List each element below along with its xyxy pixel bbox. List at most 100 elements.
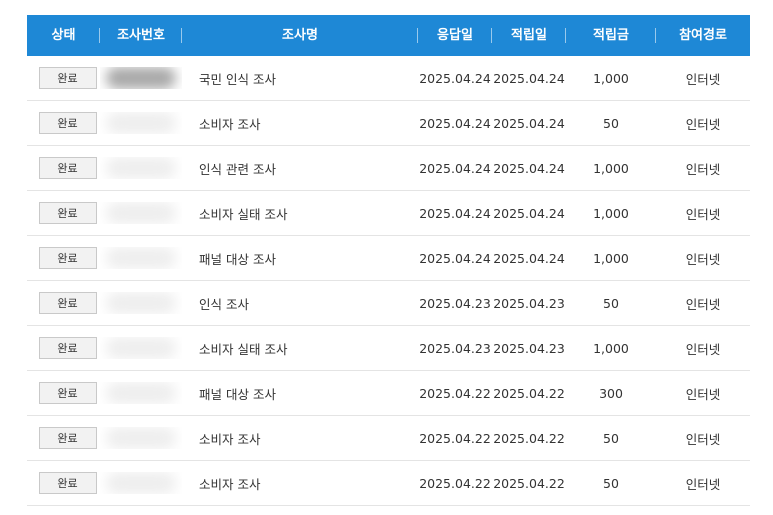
header-amount: 적립금	[566, 15, 656, 56]
table-body: 완료 국민 인식 조사 2025.04.24 2025.04.24 1,000 인터넷 완료…	[27, 56, 750, 506]
survey-id-redacted	[106, 427, 176, 449]
survey-id-redacted	[106, 67, 176, 89]
status-badge: 완료	[38, 202, 97, 224]
status-cell: 완료	[27, 157, 100, 179]
status-badge: 완료	[38, 157, 97, 179]
survey-id-cell	[100, 292, 182, 314]
survey-name[interactable]: 패널 대상 조사	[182, 249, 418, 268]
amount: 50	[603, 295, 619, 311]
response-date: 2025.04.22	[419, 385, 491, 401]
survey-name[interactable]: 소비자 실태 조사	[182, 339, 418, 358]
survey-name[interactable]: 소비자 실태 조사	[182, 204, 418, 223]
status-badge: 완료	[38, 112, 97, 134]
table-row[interactable]: 완료 소비자 조사 2025.04.24 2025.04.24 50 인터넷	[27, 101, 750, 146]
accrual-date: 2025.04.22	[493, 385, 565, 401]
participation-route: 인터넷	[685, 476, 721, 492]
accrual-date: 2025.04.24	[493, 205, 565, 221]
status-badge: 완료	[38, 472, 97, 494]
accrual-date: 2025.04.22	[493, 430, 565, 446]
header-route: 참여경로	[679, 28, 727, 43]
survey-id-cell	[100, 427, 182, 449]
survey-id-redacted	[106, 337, 176, 359]
participation-route: 인터넷	[685, 296, 721, 312]
participation-route: 인터넷	[685, 431, 721, 447]
accrual-date: 2025.04.24	[493, 250, 565, 266]
survey-name[interactable]: 인식 관련 조사	[182, 159, 418, 178]
status-badge: 완료	[38, 337, 97, 359]
status-cell: 완료	[27, 427, 100, 449]
survey-name[interactable]: 소비자 조사	[182, 474, 418, 493]
survey-name[interactable]: 패널 대상 조사	[182, 384, 418, 403]
response-date: 2025.04.24	[419, 160, 491, 176]
status-badge: 완료	[38, 247, 97, 269]
header-status: 상태	[27, 15, 100, 56]
table-row[interactable]: 완료 인식 관련 조사 2025.04.24 2025.04.24 1,000 인터넷	[27, 146, 750, 191]
survey-name[interactable]: 인식 조사	[182, 294, 418, 313]
status-cell: 완료	[27, 202, 100, 224]
status-badge: 완료	[38, 427, 97, 449]
table-row[interactable]: 완료 패널 대상 조사 2025.04.24 2025.04.24 1,000 인터넷	[27, 236, 750, 281]
participation-route: 인터넷	[685, 71, 721, 87]
survey-id-cell	[100, 67, 182, 89]
accrual-date: 2025.04.23	[493, 340, 565, 356]
status-cell: 완료	[27, 292, 100, 314]
survey-id-cell	[100, 337, 182, 359]
amount: 50	[603, 475, 619, 491]
status-cell: 완료	[27, 337, 100, 359]
table-header: 상태 조사번호 조사명 응답일 적립일 적립금 참여경로	[27, 15, 750, 56]
accrual-date: 2025.04.23	[493, 295, 565, 311]
response-date: 2025.04.24	[419, 250, 491, 266]
header-survey-id: 조사번호	[100, 15, 182, 56]
response-date: 2025.04.23	[419, 295, 491, 311]
response-date: 2025.04.23	[419, 340, 491, 356]
amount: 1,000	[593, 250, 629, 266]
survey-id-cell	[100, 202, 182, 224]
accrual-date: 2025.04.24	[493, 115, 565, 131]
status-cell: 완료	[27, 112, 100, 134]
survey-history-table: 상태 조사번호 조사명 응답일 적립일 적립금 참여경로 완료 국민 인식 조사 2…	[27, 15, 750, 506]
table-row[interactable]: 완료 인식 조사 2025.04.23 2025.04.23 50 인터넷	[27, 281, 750, 326]
status-badge: 완료	[38, 67, 97, 89]
accrual-date: 2025.04.24	[493, 160, 565, 176]
survey-id-redacted	[106, 292, 176, 314]
survey-id-cell	[100, 382, 182, 404]
header-response-date: 응답일	[418, 15, 492, 56]
participation-route: 인터넷	[685, 386, 721, 402]
participation-route: 인터넷	[685, 251, 721, 267]
survey-id-cell	[100, 157, 182, 179]
response-date: 2025.04.22	[419, 475, 491, 491]
status-cell: 완료	[27, 382, 100, 404]
survey-id-redacted	[106, 202, 176, 224]
amount: 1,000	[593, 70, 629, 86]
amount: 50	[603, 430, 619, 446]
status-cell: 완료	[27, 247, 100, 269]
table-row[interactable]: 완료 패널 대상 조사 2025.04.22 2025.04.22 300 인터넷	[27, 371, 750, 416]
survey-id-redacted	[106, 157, 176, 179]
status-cell: 완료	[27, 472, 100, 494]
table-row[interactable]: 완료 소비자 조사 2025.04.22 2025.04.22 50 인터넷	[27, 461, 750, 506]
participation-route: 인터넷	[685, 116, 721, 132]
survey-name[interactable]: 소비자 조사	[182, 429, 418, 448]
survey-name[interactable]: 소비자 조사	[182, 114, 418, 133]
response-date: 2025.04.22	[419, 430, 491, 446]
status-badge: 완료	[38, 292, 97, 314]
table-row[interactable]: 완료 소비자 실태 조사 2025.04.24 2025.04.24 1,000 인터넷	[27, 191, 750, 236]
accrual-date: 2025.04.22	[493, 475, 565, 491]
survey-id-redacted	[106, 112, 176, 134]
response-date: 2025.04.24	[419, 115, 491, 131]
amount: 1,000	[593, 205, 629, 221]
survey-id-cell	[100, 112, 182, 134]
status-cell: 완료	[27, 67, 100, 89]
table-row[interactable]: 완료 국민 인식 조사 2025.04.24 2025.04.24 1,000 인터넷	[27, 56, 750, 101]
participation-route: 인터넷	[685, 341, 721, 357]
participation-route: 인터넷	[685, 206, 721, 222]
status-badge: 완료	[38, 382, 97, 404]
amount: 50	[603, 115, 619, 131]
table-row[interactable]: 완료 소비자 조사 2025.04.22 2025.04.22 50 인터넷	[27, 416, 750, 461]
table-row[interactable]: 완료 소비자 실태 조사 2025.04.23 2025.04.23 1,000 인터넷	[27, 326, 750, 371]
response-date: 2025.04.24	[419, 205, 491, 221]
survey-id-redacted	[106, 472, 176, 494]
survey-name[interactable]: 국민 인식 조사	[182, 69, 418, 88]
participation-route: 인터넷	[685, 161, 721, 177]
survey-id-redacted	[106, 247, 176, 269]
